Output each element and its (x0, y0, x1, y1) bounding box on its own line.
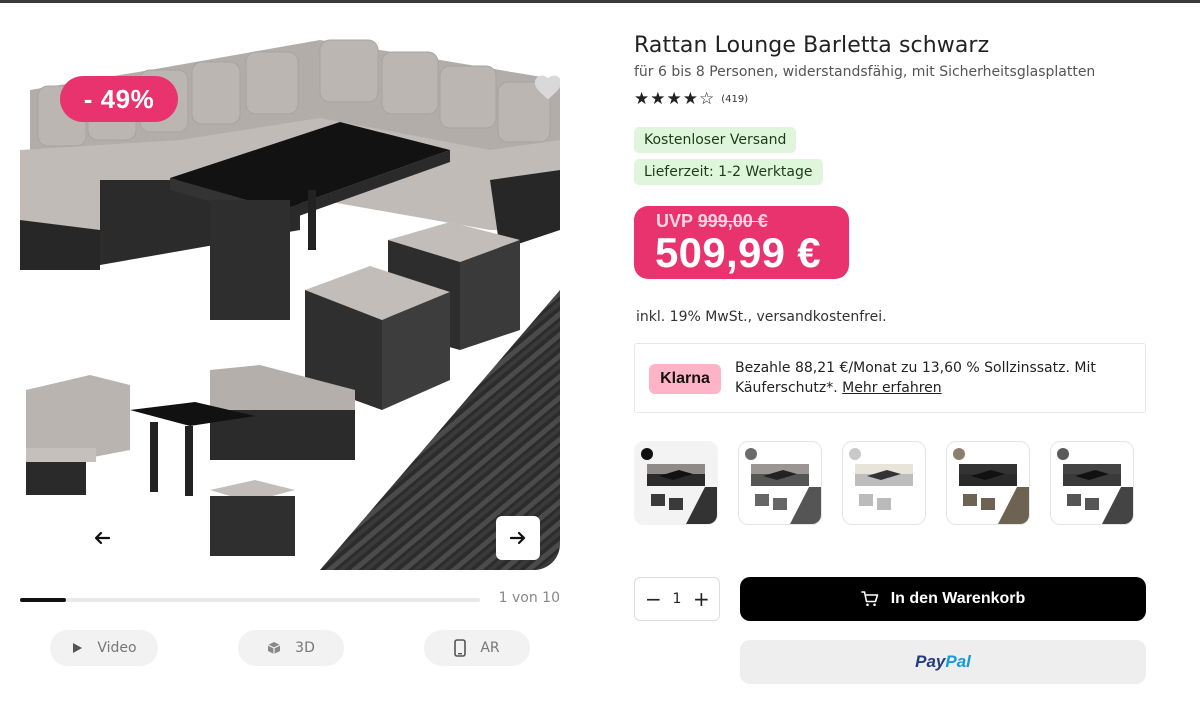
variant-color-dot (1057, 448, 1069, 460)
wishlist-heart-icon[interactable] (533, 73, 560, 101)
variant-option[interactable] (738, 441, 822, 525)
quantity-value[interactable]: 1 (673, 591, 682, 607)
3d-button-label: 3D (295, 640, 315, 656)
paypal-logo: PayPal (915, 652, 971, 671)
product-title: Rattan Lounge Barletta schwarz (634, 33, 990, 58)
cube-icon (267, 642, 281, 654)
previous-image-button[interactable] (80, 516, 124, 560)
variant-option[interactable] (842, 441, 926, 525)
next-image-button[interactable] (496, 516, 540, 560)
play-icon (73, 643, 83, 653)
vat-note: inkl. 19% MwSt., versandkostenfrei. (636, 309, 887, 325)
product-subtitle: für 6 bis 8 Personen, widerstandsfähig, … (634, 64, 1096, 80)
price-box: UVP 999,00 € 509,99 € (634, 206, 849, 279)
variant-option[interactable] (1050, 441, 1134, 525)
variant-color-dot (745, 448, 757, 460)
paypal-button[interactable]: PayPal (740, 640, 1146, 684)
rating-stars-icon: ★★★★☆ (634, 89, 716, 109)
variant-option[interactable] (634, 441, 718, 525)
variant-color-dot (641, 448, 653, 460)
arrow-right-icon (510, 531, 526, 545)
3d-view-button[interactable]: 3D (238, 630, 344, 666)
add-to-cart-label: In den Warenkorb (890, 590, 1026, 607)
variant-color-dot (953, 448, 965, 460)
variant-option[interactable] (946, 441, 1030, 525)
variant-selector (634, 441, 1134, 525)
uvp-value: 999,00 € (697, 211, 768, 231)
phone-icon (454, 639, 467, 657)
product-image-gallery[interactable]: - 49% (20, 30, 560, 570)
klarna-learn-more-link[interactable]: Mehr erfahren (842, 380, 941, 396)
variant-color-dot (849, 448, 861, 460)
quantity-increase-button[interactable]: + (693, 587, 710, 611)
klarna-financing-box: Klarna Bezahle 88,21 €/Monat zu 13,60 % … (634, 343, 1146, 413)
current-price: 509,99 € (655, 229, 821, 276)
video-button[interactable]: Video (50, 630, 158, 666)
uvp-label: UVP (656, 211, 693, 231)
video-button-label: Video (97, 640, 137, 656)
rating-count: (419) (721, 93, 749, 105)
discount-badge: - 49% (60, 76, 178, 122)
gallery-progress-fill (20, 598, 66, 602)
ar-view-button[interactable]: AR (424, 630, 530, 666)
gallery-progress-bar (20, 598, 480, 602)
arrow-left-icon (94, 531, 110, 545)
quantity-decrease-button[interactable]: − (645, 587, 662, 611)
quantity-stepper: − 1 + (634, 577, 720, 621)
klarna-text: Bezahle 88,21 €/Monat zu 13,60 % Sollzin… (735, 358, 1125, 398)
image-counter: 1 von 10 (498, 590, 560, 606)
add-to-cart-button[interactable]: In den Warenkorb (740, 577, 1146, 621)
klarna-logo: Klarna (649, 364, 721, 394)
ar-button-label: AR (480, 640, 500, 656)
cart-icon (860, 591, 879, 607)
product-rating[interactable]: ★★★★☆ (419) (634, 89, 748, 109)
free-shipping-tag: Kostenloser Versand (634, 127, 797, 153)
top-border (0, 0, 1200, 3)
delivery-time-tag: Lieferzeit: 1-2 Werktage (634, 159, 823, 185)
